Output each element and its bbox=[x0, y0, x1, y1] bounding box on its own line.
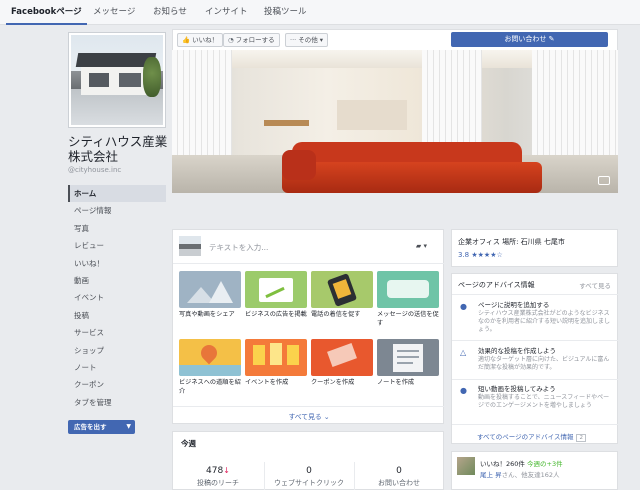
nav-item-notes[interactable]: ノート bbox=[68, 359, 166, 376]
likes-card: いいね！260件 今週の+3件 尾上 昇さん、他友達162人 bbox=[451, 451, 618, 490]
audience-selector[interactable]: ▰ ▾ bbox=[416, 242, 427, 250]
profile-picture[interactable] bbox=[68, 32, 166, 128]
tab-messages[interactable]: メッセージ bbox=[93, 0, 135, 25]
friend-avatar[interactable] bbox=[457, 457, 475, 475]
nav-item-videos[interactable]: 動画 bbox=[68, 272, 166, 289]
location-pin-icon: ● bbox=[460, 386, 467, 395]
chevron-down-icon: ▾ bbox=[317, 36, 324, 44]
like-button[interactable]: 👍 いいね！ bbox=[177, 33, 224, 47]
location-text: 企業オフィス 場所: 石川県 七尾市 bbox=[458, 238, 565, 246]
promote-label: 広告を出す bbox=[74, 423, 107, 431]
friends-count-text: さん、他友達162人 bbox=[501, 471, 560, 479]
tab-facebook-page[interactable]: Facebookページ bbox=[6, 0, 87, 25]
stat-contacts[interactable]: 0 お問い合わせ bbox=[354, 466, 444, 488]
nav-item-posts[interactable]: 投稿 bbox=[68, 307, 166, 324]
all-tips-link[interactable]: すべてのページのアドバイス情報 2 bbox=[477, 431, 586, 442]
arrow-down-icon: ↓ bbox=[223, 466, 230, 475]
tile-advertise-business[interactable]: ビジネスの広告を掲載 bbox=[245, 271, 307, 320]
nav-item-shop[interactable]: ショップ bbox=[68, 342, 166, 359]
nav-item-photos[interactable]: 写真 bbox=[68, 220, 166, 237]
thumbs-up-icon: 👍 bbox=[182, 36, 191, 44]
tile-get-messages[interactable]: メッセージの送信を促す bbox=[377, 271, 439, 328]
event-flags-icon bbox=[245, 339, 307, 376]
page-info-card: 企業オフィス 場所: 石川県 七尾市 3.8 ★★★★☆ bbox=[451, 229, 618, 267]
page-avatar bbox=[179, 236, 201, 256]
tab-notifications[interactable]: お知らせ bbox=[153, 0, 187, 25]
nav-item-about[interactable]: ページ情報 bbox=[68, 202, 166, 219]
page-tips-card: ページのアドバイス情報 すべて見る ● ページに説明を追加する シティハウス産業… bbox=[451, 273, 619, 444]
tile-create-note[interactable]: ノートを作成 bbox=[377, 339, 439, 388]
rating[interactable]: 3.8 ★★★★☆ bbox=[458, 251, 503, 259]
follow-button[interactable]: ◔ フォローする bbox=[223, 33, 280, 47]
tab-publishing-tools[interactable]: 投稿ツール bbox=[264, 0, 307, 25]
left-navigation: ホーム ページ情報 写真 レビュー いいね！ 動画 イベント 投稿 サービス シ… bbox=[68, 185, 166, 411]
weekly-stats: 今週 478↓ 投稿のリーチ 0 ウェブサイトクリック 0 お問い合わせ bbox=[172, 431, 444, 490]
nav-item-services[interactable]: サービス bbox=[68, 324, 166, 341]
tab-insights[interactable]: インサイト bbox=[205, 0, 248, 25]
nav-item-manage-tabs[interactable]: タブを管理 bbox=[68, 394, 166, 411]
chart-ad-icon bbox=[245, 271, 307, 308]
photo-icon bbox=[179, 271, 241, 308]
coupon-tag-icon bbox=[311, 339, 373, 376]
follow-label: フォローする bbox=[235, 36, 275, 44]
nav-item-home[interactable]: ホーム bbox=[68, 185, 166, 203]
more-label: その他 bbox=[298, 36, 318, 44]
tips-title: ページのアドバイス情報 bbox=[458, 281, 535, 289]
likes-weekly-change: 今週の+3件 bbox=[527, 460, 563, 468]
stat-post-reach[interactable]: 478↓ 投稿のリーチ bbox=[173, 466, 263, 488]
tip-short-video[interactable]: ● 短い動画を投稿してみよう 動画を投稿することで、ニュースフィードやページでの… bbox=[460, 385, 612, 410]
camera-icon[interactable] bbox=[598, 176, 610, 185]
chat-icon: ▰ bbox=[415, 242, 422, 250]
triangle-icon: △ bbox=[460, 348, 467, 357]
tips-see-all-link[interactable]: すべて見る bbox=[579, 280, 611, 290]
friend-name-link[interactable]: 尾上 昇 bbox=[480, 471, 502, 479]
likes-count[interactable]: いいね！260件 bbox=[480, 460, 525, 468]
post-composer: テキストを入力... ▰ ▾ 写真や動画をシェア ビジネスの広告を掲載 電話の着… bbox=[172, 229, 445, 424]
nav-item-likes[interactable]: いいね！ bbox=[68, 255, 166, 272]
tile-create-event[interactable]: イベントを作成 bbox=[245, 339, 307, 388]
count-badge: 2 bbox=[576, 434, 586, 442]
tile-share-photo-video[interactable]: 写真や動画をシェア bbox=[179, 271, 241, 320]
contact-label: お問い合わせ bbox=[504, 35, 547, 43]
nav-item-events[interactable]: イベント bbox=[68, 289, 166, 306]
chevron-down-icon: ▼ bbox=[126, 423, 131, 430]
like-label: いいね！ bbox=[192, 36, 219, 44]
tile-create-offer[interactable]: クーポンを作成 bbox=[311, 339, 373, 388]
profile-photo-house bbox=[71, 35, 163, 125]
rss-icon: ◔ bbox=[228, 36, 234, 44]
map-pin-icon bbox=[179, 339, 241, 376]
page-title: シティハウス産業株式会社 bbox=[68, 134, 168, 164]
tile-directions[interactable]: ビジネスへの道順を紹介 bbox=[179, 339, 241, 396]
page-action-bar: 👍 いいね！ ◔ フォローする ··· その他 ▾ お問い合わせ ✎ bbox=[172, 29, 618, 50]
message-bubble-icon bbox=[377, 271, 439, 308]
page-username[interactable]: @cityhouse.inc bbox=[68, 166, 121, 174]
nav-item-offers[interactable]: クーポン bbox=[68, 376, 166, 393]
chevron-down-icon: ⌄ bbox=[323, 413, 330, 421]
promote-button[interactable]: 広告を出す ▼ bbox=[68, 420, 135, 434]
tile-get-calls[interactable]: 電話の着信を促す bbox=[311, 271, 373, 320]
tip-add-description[interactable]: ● ページに説明を追加する シティハウス産業株式会社がどのようなビジネスなのかを… bbox=[460, 301, 612, 335]
cover-photo[interactable] bbox=[172, 50, 618, 193]
star-rating-icon: ★★★★☆ bbox=[471, 251, 503, 259]
composer-input[interactable]: テキストを入力... bbox=[209, 242, 268, 253]
more-button[interactable]: ··· その他 ▾ bbox=[285, 33, 329, 47]
page-top-tabs: Facebookページ メッセージ お知らせ インサイト 投稿ツール bbox=[0, 0, 640, 25]
pencil-icon: ✎ bbox=[548, 35, 555, 43]
see-all-link[interactable]: すべて見る ⌄ bbox=[173, 406, 445, 421]
more-dots-icon: ··· bbox=[290, 36, 297, 44]
tip-effective-posts[interactable]: △ 効果的な投稿を作成しよう 適切なターゲット層に向けた、ビジュアルに富んだ簡潔… bbox=[460, 347, 612, 372]
location-pin-icon: ● bbox=[460, 302, 467, 311]
stat-website-clicks[interactable]: 0 ウェブサイトクリック bbox=[264, 466, 354, 488]
weekly-title: 今週 bbox=[181, 439, 196, 448]
phone-icon bbox=[311, 271, 373, 308]
nav-item-reviews[interactable]: レビュー bbox=[68, 237, 166, 254]
note-icon bbox=[377, 339, 439, 376]
contact-us-button[interactable]: お問い合わせ ✎ bbox=[451, 32, 608, 47]
